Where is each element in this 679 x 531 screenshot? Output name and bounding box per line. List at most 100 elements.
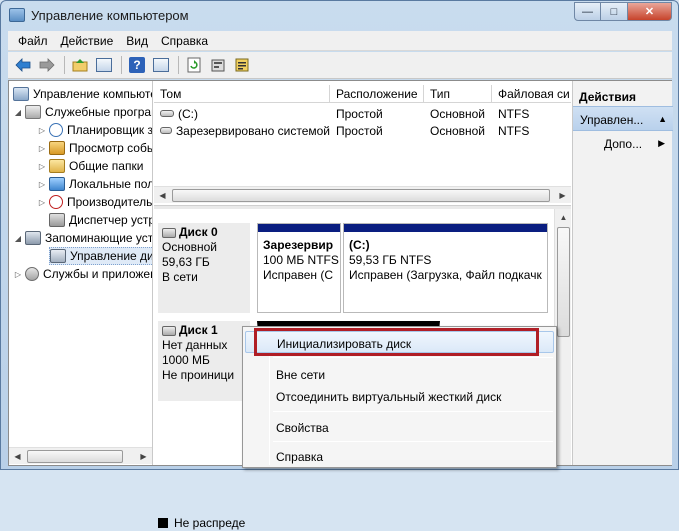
export-icon: [235, 58, 249, 72]
volume-row[interactable]: Зарезервировано системой Простой Основно…: [154, 122, 571, 139]
refresh-button[interactable]: [183, 55, 205, 75]
column-header-volume[interactable]: Том: [154, 85, 330, 103]
submenu-arrow-icon: ▶: [658, 138, 665, 148]
event-viewer-icon: [49, 141, 65, 155]
volume-filesystem: NTFS: [498, 106, 530, 121]
expand-arrow-icon[interactable]: ▷: [37, 198, 47, 207]
expand-arrow-icon[interactable]: ▷: [37, 144, 47, 153]
tree-item-event-viewer[interactable]: ▷ Просмотр событий: [37, 139, 152, 157]
tree-item-system-tools[interactable]: ◢ Служебные программы: [13, 103, 152, 121]
column-header-layout[interactable]: Расположение: [330, 85, 424, 103]
show-hide-tree-button[interactable]: [93, 55, 115, 75]
disk-1-label[interactable]: Диск 1 Нет данных 1000 МБ Не проиници: [158, 321, 250, 401]
tree-item-performance[interactable]: ▷ Производительность: [37, 193, 152, 211]
maximize-button[interactable]: □: [601, 2, 628, 21]
tree-item-local-users[interactable]: ▷ Локальные пользователи: [37, 175, 153, 193]
menu-item-offline[interactable]: Вне сети: [245, 363, 554, 385]
tree-item-label: Просмотр событий: [69, 141, 152, 155]
window-controls: — □ ✕: [574, 2, 672, 21]
tree-horizontal-scrollbar[interactable]: ◀ ▶: [9, 447, 152, 464]
tree-item-label: Служебные программы: [45, 105, 152, 119]
disk-size: 59,63 ГБ: [162, 255, 210, 269]
up-level-button[interactable]: [69, 55, 91, 75]
refresh-icon: [187, 57, 201, 73]
export-button[interactable]: [231, 55, 253, 75]
collapse-arrow-icon[interactable]: ◢: [13, 108, 23, 117]
menu-separator: [273, 411, 553, 412]
scrollbar-thumb[interactable]: [27, 450, 123, 463]
volume-list-horizontal-scrollbar[interactable]: ◀ ▶: [154, 186, 571, 203]
users-icon: [49, 177, 65, 191]
menu-view[interactable]: Вид: [126, 34, 148, 48]
scroll-left-icon[interactable]: ◀: [9, 448, 26, 465]
tree-item-label: Управление компьютером (локальным): [33, 87, 152, 101]
scrollbar-thumb[interactable]: [557, 227, 570, 337]
scroll-right-icon[interactable]: ▶: [554, 187, 571, 204]
disk-0-label[interactable]: Диск 0 Основной 59,63 ГБ В сети: [158, 223, 250, 313]
highlight-outline: [254, 328, 539, 356]
volume-row[interactable]: (C:) Простой Основной NTFS: [154, 105, 571, 122]
column-header-filesystem[interactable]: Файловая си: [492, 85, 571, 103]
show-hide-tree-icon: [96, 58, 112, 72]
scroll-right-icon[interactable]: ▶: [135, 448, 152, 465]
title-bar[interactable]: Управление компьютером — □ ✕: [1, 1, 678, 31]
unallocated-swatch: [158, 518, 168, 528]
scroll-left-icon[interactable]: ◀: [154, 187, 171, 204]
services-icon: [25, 267, 39, 281]
partition-system-reserved[interactable]: Зарезервир 100 МБ NTFS Исправен (С: [257, 223, 341, 313]
scroll-up-icon[interactable]: ▲: [555, 209, 572, 226]
partition-bar: [344, 224, 547, 232]
tree-item-label: Планировщик заданий: [67, 123, 153, 137]
properties-button[interactable]: [150, 55, 172, 75]
forward-arrow-icon: [39, 58, 55, 72]
menu-action[interactable]: Действие: [61, 34, 114, 48]
back-arrow-icon: [15, 58, 31, 72]
back-button[interactable]: [12, 55, 34, 75]
scrollbar-thumb[interactable]: [172, 189, 550, 202]
partition-c[interactable]: (C:) 59,53 ГБ NTFS Исправен (Загрузка, Ф…: [343, 223, 548, 313]
tree-item-label: Запоминающие устройства: [45, 231, 153, 245]
close-button[interactable]: ✕: [628, 2, 672, 21]
navigation-tree: Управление компьютером (локальным) ◢ Слу…: [9, 81, 153, 465]
expand-arrow-icon[interactable]: ▷: [37, 162, 47, 171]
tree-item-task-scheduler[interactable]: ▷ Планировщик заданий: [37, 121, 153, 139]
menu-item-detach-vhd[interactable]: Отсоединить виртуальный жесткий диск: [245, 385, 554, 407]
forward-button[interactable]: [36, 55, 58, 75]
expand-arrow-icon[interactable]: ▷: [37, 180, 47, 189]
menu-item-properties[interactable]: Свойства: [245, 416, 554, 438]
expand-arrow-icon[interactable]: ▷: [13, 270, 23, 279]
column-header-type[interactable]: Тип: [424, 85, 492, 103]
collapse-up-icon[interactable]: ▲: [658, 114, 667, 124]
actions-header: Действия: [579, 90, 637, 104]
partition-size: 100 МБ NTFS: [263, 253, 339, 267]
action-more[interactable]: Допо... ▶: [573, 134, 673, 154]
tree-item-disk-management[interactable]: Управление дисками: [49, 247, 152, 265]
menu-item-help[interactable]: Справка: [245, 445, 554, 467]
legend-unallocated: Не распреде: [174, 516, 246, 530]
menu-bar: Файл Действие Вид Справка: [8, 31, 672, 51]
storage-icon: [25, 231, 41, 245]
tree-item-shared-folders[interactable]: ▷ Общие папки: [37, 157, 143, 175]
help-button[interactable]: ?: [126, 55, 148, 75]
action-more-label: Допо...: [604, 137, 643, 151]
settings-button[interactable]: [207, 55, 229, 75]
menu-file[interactable]: Файл: [18, 34, 48, 48]
tree-item-computer-management[interactable]: Управление компьютером (локальным): [13, 85, 152, 103]
toolbar: ?: [8, 52, 672, 79]
tree-item-device-manager[interactable]: Диспетчер устройств: [49, 211, 153, 229]
disk-icon: [162, 227, 176, 238]
actions-section-disk-management[interactable]: Управлен... ▲: [573, 106, 673, 131]
expand-arrow-icon[interactable]: ▷: [37, 126, 47, 135]
legend: Не распреде: [158, 515, 245, 531]
minimize-button[interactable]: —: [574, 2, 601, 21]
collapse-arrow-icon[interactable]: ◢: [13, 234, 23, 243]
tree-item-services-apps[interactable]: ▷ Службы и приложения: [13, 265, 152, 283]
tree-item-label: Диспетчер устройств: [69, 213, 153, 227]
menu-help[interactable]: Справка: [161, 34, 208, 48]
toolbar-separator: [178, 56, 179, 74]
tree-item-storage[interactable]: ◢ Запоминающие устройства: [13, 229, 153, 247]
volume-layout: Простой: [336, 106, 383, 121]
main-window: Управление компьютером — □ ✕ Файл Действ…: [0, 0, 679, 530]
disk-management-icon: [50, 249, 66, 263]
tree-item-label: Локальные пользователи: [69, 177, 153, 191]
